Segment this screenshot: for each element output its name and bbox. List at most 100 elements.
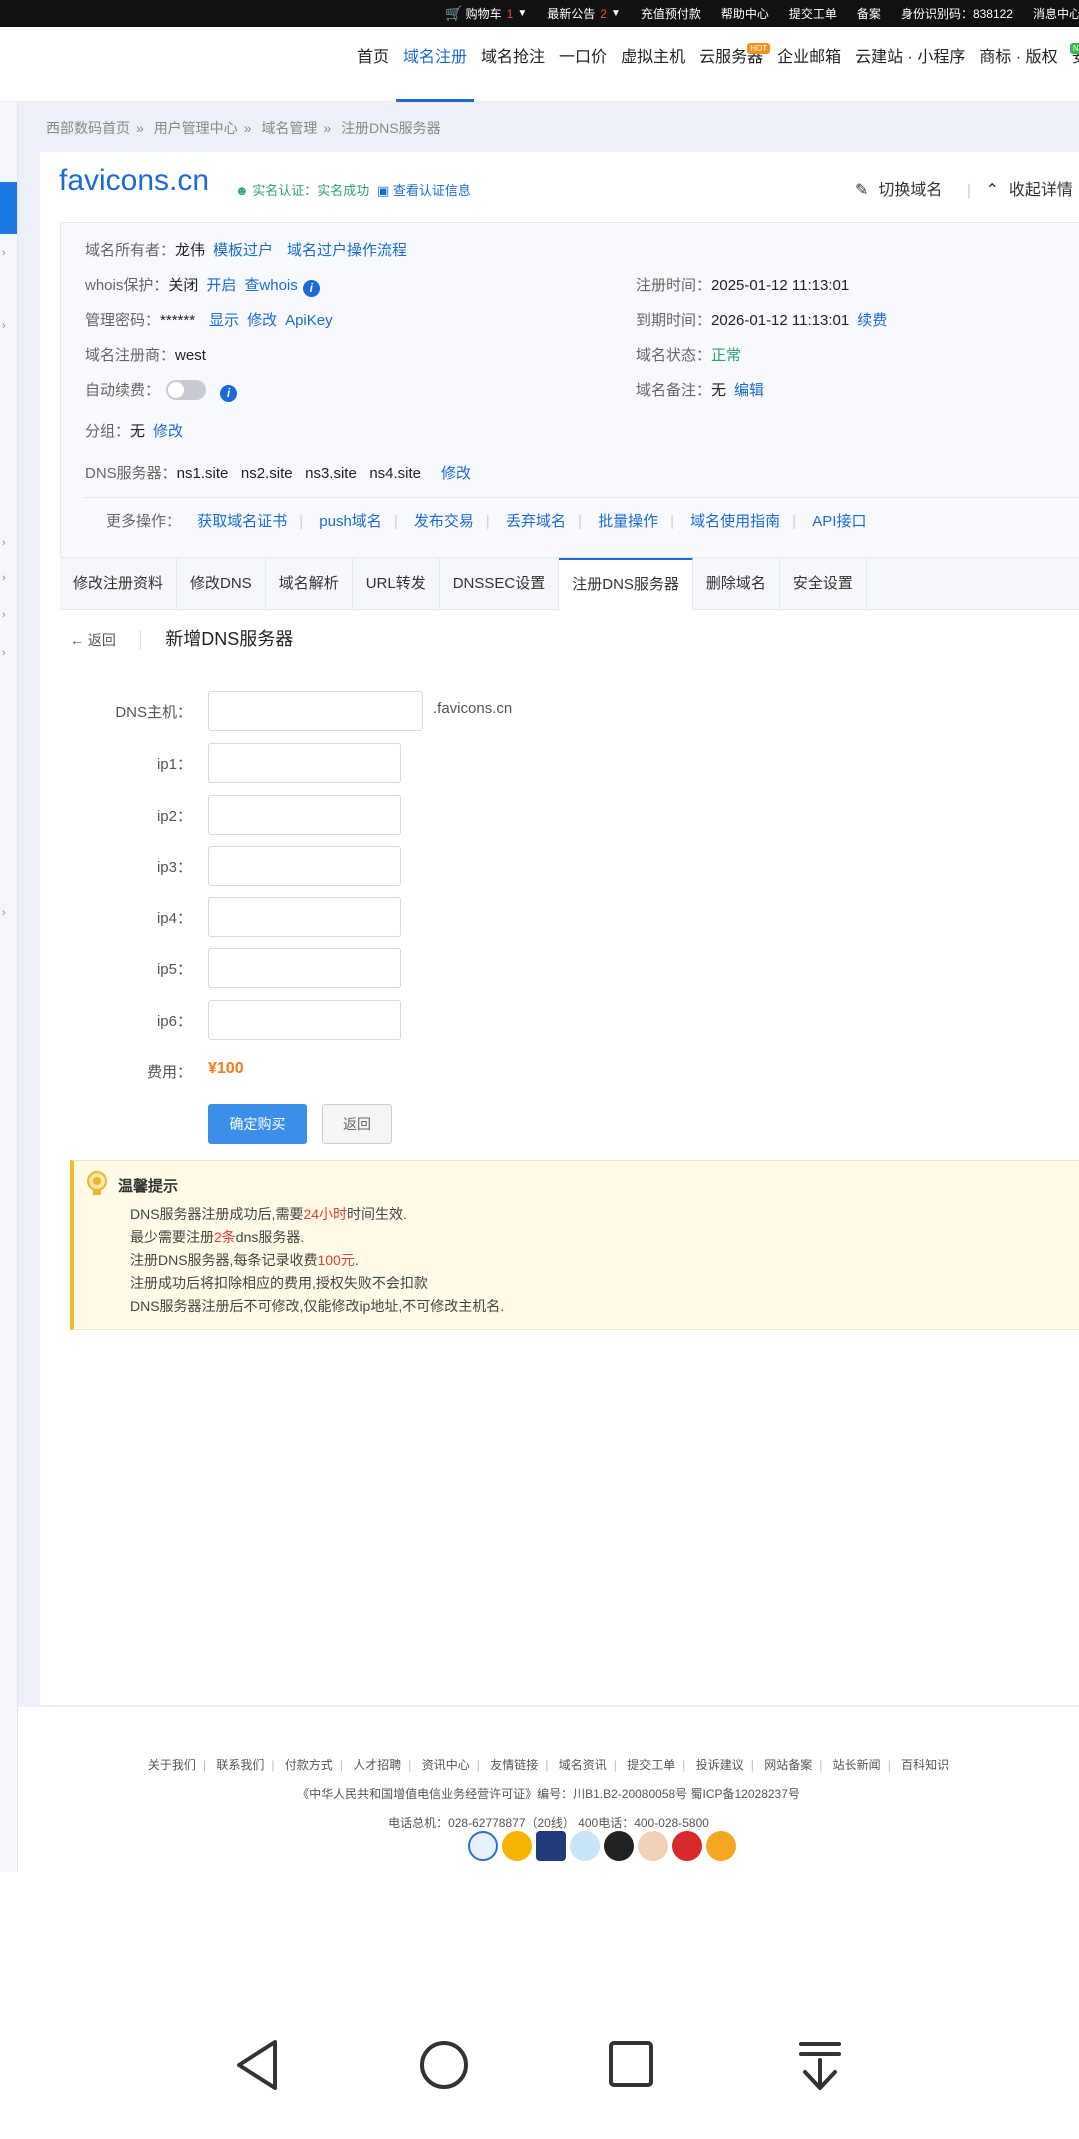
footer-link-beian[interactable]: 网站备案 xyxy=(764,1758,812,1772)
footer-link-wiki[interactable]: 百科知识 xyxy=(901,1758,949,1772)
switch-domain-button[interactable]: ✎ 切换域名 xyxy=(855,182,952,199)
footer-link-contact[interactable]: 联系我们 xyxy=(216,1758,264,1772)
template-transfer-link[interactable]: 模板过户 xyxy=(213,242,273,259)
return-button[interactable]: 返回 xyxy=(322,1104,392,1144)
domain-tabs: 修改注册资料 修改DNS 域名解析 URL转发 DNSSEC设置 注册DNS服务… xyxy=(60,558,1079,610)
nav-virtual-host[interactable]: 虚拟主机 xyxy=(614,27,692,102)
nav-trademark[interactable]: 商标 · 版权 xyxy=(972,27,1064,102)
collapse-details-button[interactable]: ⌃ 收起详情 xyxy=(985,182,1079,199)
password-edit-link[interactable]: 修改 xyxy=(247,312,277,329)
home-circle-icon[interactable] xyxy=(418,2038,470,2092)
back-triangle-icon[interactable] xyxy=(233,2038,283,2092)
whois-enable-link[interactable]: 开启 xyxy=(206,277,236,294)
police-badge-icon[interactable] xyxy=(502,1831,532,1861)
chevron-right-icon[interactable]: › xyxy=(2,320,6,332)
nav-domain-register[interactable]: 域名注册 xyxy=(396,27,475,102)
notification-pull-icon[interactable] xyxy=(797,2038,843,2092)
footer-link-domain-news[interactable]: 域名资讯 xyxy=(559,1758,607,1772)
breadcrumb-domain-manage[interactable]: 域名管理 xyxy=(261,120,317,136)
footer-link-about[interactable]: 关于我们 xyxy=(148,1758,196,1772)
tab-dnssec[interactable]: DNSSEC设置 xyxy=(440,558,560,610)
info-icon[interactable]: i xyxy=(220,385,238,402)
chevron-right-icon[interactable]: › xyxy=(2,572,6,584)
confirm-purchase-button[interactable]: 确定购买 xyxy=(208,1104,307,1144)
group-edit-link[interactable]: 修改 xyxy=(153,423,183,440)
dns-host-input[interactable] xyxy=(208,691,423,731)
brand-protect-icon[interactable] xyxy=(672,1831,702,1861)
ip2-input[interactable] xyxy=(208,795,401,835)
emblem-icon[interactable] xyxy=(706,1831,736,1861)
topbar-help[interactable]: 帮助中心 xyxy=(721,5,769,22)
nav-home[interactable]: 首页 xyxy=(350,27,396,102)
apikey-link[interactable]: ApiKey xyxy=(285,312,333,329)
chevron-right-icon[interactable]: › xyxy=(2,647,6,659)
footer-link-payment[interactable]: 付款方式 xyxy=(285,1758,333,1772)
tab-edit-dns[interactable]: 修改DNS xyxy=(177,558,266,610)
chevron-right-icon[interactable]: › xyxy=(2,609,6,621)
autorenew-toggle[interactable] xyxy=(166,380,207,400)
nav-enterprise-mail[interactable]: 企业邮箱 xyxy=(770,27,848,102)
whois-check-link[interactable]: 查whois xyxy=(244,277,297,294)
footer-link-jobs[interactable]: 人才招聘 xyxy=(353,1758,401,1772)
info-icon[interactable]: i xyxy=(302,280,320,297)
tab-register-dns-server[interactable]: 注册DNS服务器 xyxy=(559,558,693,610)
password-show-link[interactable]: 显示 xyxy=(209,312,239,329)
ip5-input[interactable] xyxy=(208,948,401,988)
nav-domain-snap[interactable]: 域名抢注 xyxy=(474,27,552,102)
footer-link-webmaster[interactable]: 站长新闻 xyxy=(833,1758,881,1772)
publish-trade-link[interactable]: 发布交易 xyxy=(414,513,474,530)
service-agent-icon[interactable] xyxy=(570,1831,600,1861)
renew-link[interactable]: 续费 xyxy=(857,312,887,329)
footer-link-ticket[interactable]: 提交工单 xyxy=(627,1758,675,1772)
view-auth-link[interactable]: ▣ 查看认证信息 xyxy=(377,180,471,199)
tab-security[interactable]: 安全设置 xyxy=(780,558,867,610)
autorenew-label: 自动续费： xyxy=(85,382,161,399)
topbar-recharge[interactable]: 充值预付款 xyxy=(641,5,701,22)
chevron-right-icon[interactable]: › xyxy=(2,907,6,919)
notice-link[interactable]: 最新公告 2 ▼ xyxy=(547,5,621,22)
cyber-police-icon[interactable] xyxy=(536,1831,566,1861)
qq-icon[interactable] xyxy=(604,1831,634,1861)
breadcrumb-user-center[interactable]: 用户管理中心 xyxy=(154,120,238,136)
tab-delete-domain[interactable]: 删除域名 xyxy=(693,558,780,610)
ip1-input[interactable] xyxy=(208,743,401,783)
owner-label: 域名所有者： xyxy=(85,242,176,259)
api-link[interactable]: API接口 xyxy=(812,513,866,530)
chevron-right-icon[interactable]: › xyxy=(2,247,6,259)
batch-ops-link[interactable]: 批量操作 xyxy=(598,513,658,530)
topbar-beian[interactable]: 备案 xyxy=(857,5,881,22)
back-link[interactable]: ← 返回 xyxy=(70,632,116,648)
cart-link[interactable]: 🛒 购物车 1 ▼ xyxy=(445,5,527,22)
breadcrumb-home[interactable]: 西部数码首页 xyxy=(46,120,130,136)
chevron-right-icon[interactable]: › xyxy=(2,537,6,549)
dns-edit-link[interactable]: 修改 xyxy=(441,465,471,482)
footer-link-news-center[interactable]: 资讯中心 xyxy=(422,1758,470,1772)
message-center[interactable]: 消息中心 xyxy=(1033,5,1079,22)
remark-edit-link[interactable]: 编辑 xyxy=(734,382,764,399)
support-team-icon[interactable] xyxy=(638,1831,668,1861)
nav-fixed-price[interactable]: 一口价 xyxy=(552,27,614,102)
ip6-input[interactable] xyxy=(208,1000,401,1040)
ip3-input[interactable] xyxy=(208,846,401,886)
tab-edit-registration[interactable]: 修改注册资料 xyxy=(60,558,178,610)
nav-cloud-server[interactable]: 云服务器 HOT xyxy=(692,27,771,102)
transfer-guide-link[interactable]: 域名过户操作流程 xyxy=(287,242,407,259)
footer-link-friends[interactable]: 友情链接 xyxy=(490,1758,538,1772)
group-row: 分组：无 修改 xyxy=(85,420,183,441)
recents-square-icon[interactable] xyxy=(607,2038,655,2092)
push-domain-link[interactable]: push域名 xyxy=(319,513,382,530)
form-header: ← 返回 新增DNS服务器 xyxy=(70,625,293,651)
topbar-ticket[interactable]: 提交工单 xyxy=(789,5,837,22)
tab-dns-resolve[interactable]: 域名解析 xyxy=(266,558,353,610)
nav-security[interactable]: 安NEW xyxy=(1065,27,1079,102)
tab-url-forward[interactable]: URL转发 xyxy=(353,558,440,610)
discard-domain-link[interactable]: 丢弃域名 xyxy=(506,513,566,530)
domain-guide-link[interactable]: 域名使用指南 xyxy=(690,513,780,530)
ip4-input[interactable] xyxy=(208,897,401,937)
sidebar-active-marker[interactable] xyxy=(0,182,17,234)
auth-status-text: 实名认证：实名成功 xyxy=(252,183,370,198)
get-certificate-link[interactable]: 获取域名证书 xyxy=(197,513,287,530)
nav-site-builder[interactable]: 云建站 · 小程序 xyxy=(848,27,972,102)
verified-badge-icon[interactable] xyxy=(468,1831,498,1861)
footer-link-complaint[interactable]: 投诉建议 xyxy=(696,1758,744,1772)
